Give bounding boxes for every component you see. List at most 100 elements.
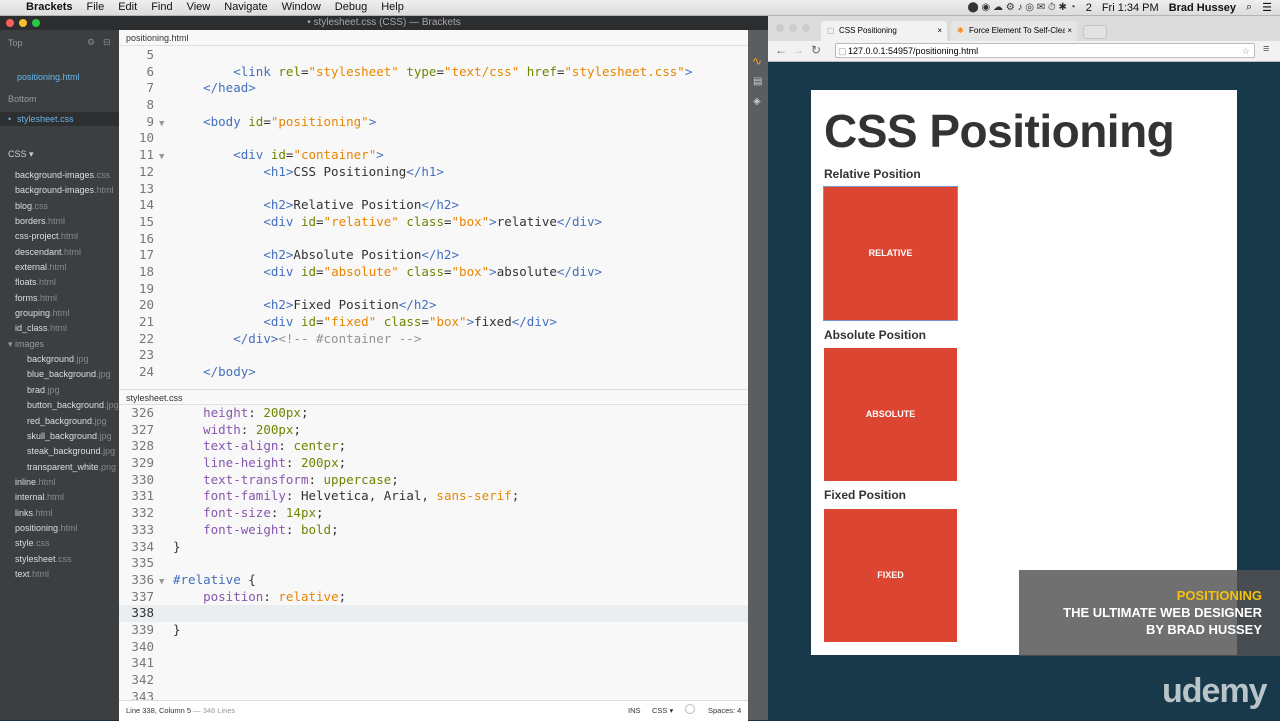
app-menu-brackets[interactable]: Brackets [26,1,72,13]
extension-manager-icon[interactable]: ▤ [753,76,762,87]
code-line[interactable]: 17 <h2>Absolute Position</h2> [119,247,748,264]
code-line[interactable]: 9 ▼ <body id="positioning"> [119,114,748,131]
menu-debug[interactable]: Debug [335,1,367,13]
code-line[interactable]: 6 <link rel="stylesheet" type="text/css"… [119,64,748,81]
tree-file[interactable]: forms.html [0,291,119,306]
bookmark-star-icon[interactable]: ☆ [1242,44,1250,59]
code-line[interactable]: 332 font-size: 14px; [119,505,748,522]
tree-file[interactable]: steak_background.jpg [0,444,119,459]
browser-zoom-button[interactable] [802,24,810,32]
new-tab-button[interactable] [1083,25,1107,39]
reload-icon[interactable]: ↻ [811,43,821,57]
tree-file[interactable]: stylesheet.css [0,552,119,567]
tree-file[interactable]: blog.css [0,199,119,214]
code-line[interactable]: 334} [119,539,748,556]
code-line[interactable]: 20 <h2>Fixed Position</h2> [119,297,748,314]
code-line[interactable]: 13 [119,181,748,198]
menubar-user[interactable]: Brad Hussey [1169,2,1236,14]
tree-file[interactable]: external.html [0,260,119,275]
code-line[interactable]: 338 [119,605,748,622]
code-line[interactable]: 330 text-transform: uppercase; [119,472,748,489]
code-line[interactable]: 11 ▼ <div id="container"> [119,147,748,164]
tree-file[interactable]: css-project.html [0,229,119,244]
code-line[interactable]: 5 [119,47,748,64]
forward-icon[interactable]: → [792,43,804,57]
working-file-top[interactable]: positioning.html [0,70,119,84]
tree-file[interactable]: background.jpg [0,352,119,367]
ins-toggle[interactable]: INS [628,706,641,715]
code-line[interactable]: 342 [119,672,748,689]
tree-file[interactable]: links.html [0,506,119,521]
browser-close-button[interactable] [776,24,784,32]
tree-file[interactable]: blue_background.jpg [0,367,119,382]
zoom-window-button[interactable] [32,19,40,27]
menu-edit[interactable]: Edit [118,1,137,13]
tree-file[interactable]: skull_background.jpg [0,429,119,444]
tree-file[interactable]: id_class.html [0,321,119,336]
tree-file[interactable]: text.html [0,567,119,582]
code-line[interactable]: 14 <h2>Relative Position</h2> [119,197,748,214]
code-line[interactable]: 335 [119,555,748,572]
browser-tab[interactable]: ✱ Force Element To Self-Clear × [951,21,1077,41]
code-line[interactable]: 19 [119,281,748,298]
tree-file[interactable]: descendant.html [0,245,119,260]
project-folder-dropdown[interactable]: CSS ▾ [8,149,34,160]
tree-file[interactable]: style.css [0,536,119,551]
gear-icon[interactable]: ⚙ [87,37,95,48]
code-line[interactable]: 24 </body> [119,364,748,381]
code-line[interactable]: 339} [119,622,748,639]
working-file-bottom[interactable]: • stylesheet.css [0,112,119,126]
split-view-icon[interactable]: ⊟ [103,37,111,48]
menu-find[interactable]: Find [151,1,172,13]
tree-file[interactable]: inline.html [0,475,119,490]
tree-file[interactable]: background-images.css [0,168,119,183]
code-line[interactable]: 8 [119,97,748,114]
tree-file[interactable]: floats.html [0,275,119,290]
tree-file[interactable]: grouping.html [0,306,119,321]
menu-view[interactable]: View [187,1,211,13]
menu-help[interactable]: Help [381,1,404,13]
code-line[interactable]: 341 [119,655,748,672]
linter-status-icon[interactable] [685,704,695,714]
browser-minimize-button[interactable] [789,24,797,32]
bottom-pane-code[interactable]: 326 height: 200px; 327 width: 200px; 328 t… [119,405,748,715]
minimize-window-button[interactable] [19,19,27,27]
code-line[interactable]: 331 font-family: Helvetica, Arial, sans-… [119,488,748,505]
code-line[interactable]: 329 line-height: 200px; [119,455,748,472]
code-line[interactable]: 340 [119,639,748,656]
code-line[interactable]: 22 </div><!-- #container --> [119,331,748,348]
tree-file[interactable]: borders.html [0,214,119,229]
tree-file[interactable]: red_background.jpg [0,414,119,429]
tree-file[interactable]: background-images.html [0,183,119,198]
tree-file[interactable]: internal.html [0,490,119,505]
tab-close-icon[interactable]: × [1065,21,1072,41]
code-line[interactable]: 23 [119,347,748,364]
menu-navigate[interactable]: Navigate [224,1,267,13]
page-info-icon[interactable]: ▢ [838,44,847,59]
code-line[interactable]: 16 [119,231,748,248]
tree-folder[interactable]: ▾ images [0,337,119,352]
live-preview-icon[interactable]: ∿ [752,54,762,68]
close-window-button[interactable] [6,19,14,27]
layers-icon[interactable]: ◈ [753,96,761,107]
back-icon[interactable]: ← [775,43,787,57]
tree-file[interactable]: transparent_white.png [0,460,119,475]
browser-tab-active[interactable]: ▢ CSS Positioning × [821,21,947,41]
bottom-pane-filename[interactable]: stylesheet.css [126,393,183,403]
code-line[interactable]: 10 [119,130,748,147]
code-line[interactable]: 337 position: relative; [119,589,748,606]
top-pane-code[interactable]: 56 <link rel="stylesheet" type="text/css… [119,47,748,385]
menu-file[interactable]: File [86,1,104,13]
chrome-menu-icon[interactable]: ≡ [1263,43,1269,55]
code-line[interactable]: 7 </head> [119,80,748,97]
top-pane-filename[interactable]: positioning.html [126,33,189,43]
menu-window[interactable]: Window [282,1,321,13]
code-line[interactable]: 333 font-weight: bold; [119,522,748,539]
code-line[interactable]: 327 width: 200px; [119,422,748,439]
address-bar[interactable]: ▢ 127.0.0.1:54957/positioning.html ☆ [835,43,1255,58]
search-icon[interactable]: ⌕ [1246,1,1252,14]
tree-file[interactable]: button_background.jpg [0,398,119,413]
tab-close-icon[interactable]: × [937,21,942,41]
code-line[interactable]: 328 text-align: center; [119,438,748,455]
menubar-clock[interactable]: Fri 1:34 PM [1102,2,1159,14]
